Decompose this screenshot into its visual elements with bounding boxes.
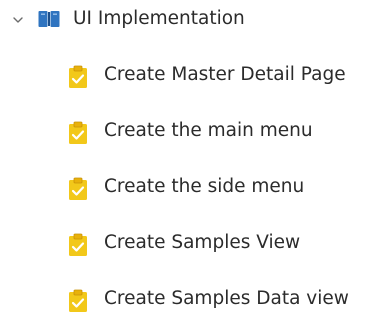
task-label: Create Samples Data view	[104, 288, 349, 309]
book-icon	[38, 11, 60, 27]
group-label: UI Implementation	[73, 8, 245, 29]
clipboard-check-icon	[69, 65, 87, 88]
tree-group-row[interactable]: UI Implementation	[0, 0, 379, 40]
chevron-down-icon[interactable]	[12, 14, 24, 26]
clipboard-check-icon	[69, 233, 87, 256]
task-item[interactable]: Create Master Detail Page	[0, 48, 379, 104]
task-label: Create Samples View	[104, 232, 301, 253]
task-label: Create the side menu	[104, 176, 305, 197]
task-list: Create Master Detail Page Create the mai…	[0, 48, 379, 313]
task-item[interactable]: Create the side menu	[0, 160, 379, 216]
task-item[interactable]: Create the main menu	[0, 104, 379, 160]
task-label: Create Master Detail Page	[104, 64, 346, 85]
task-label: Create the main menu	[104, 120, 313, 141]
clipboard-check-icon	[69, 289, 87, 312]
task-item[interactable]: Create Samples Data view	[0, 272, 379, 313]
task-item[interactable]: Create Samples View	[0, 216, 379, 272]
clipboard-check-icon	[69, 177, 87, 200]
clipboard-check-icon	[69, 121, 87, 144]
